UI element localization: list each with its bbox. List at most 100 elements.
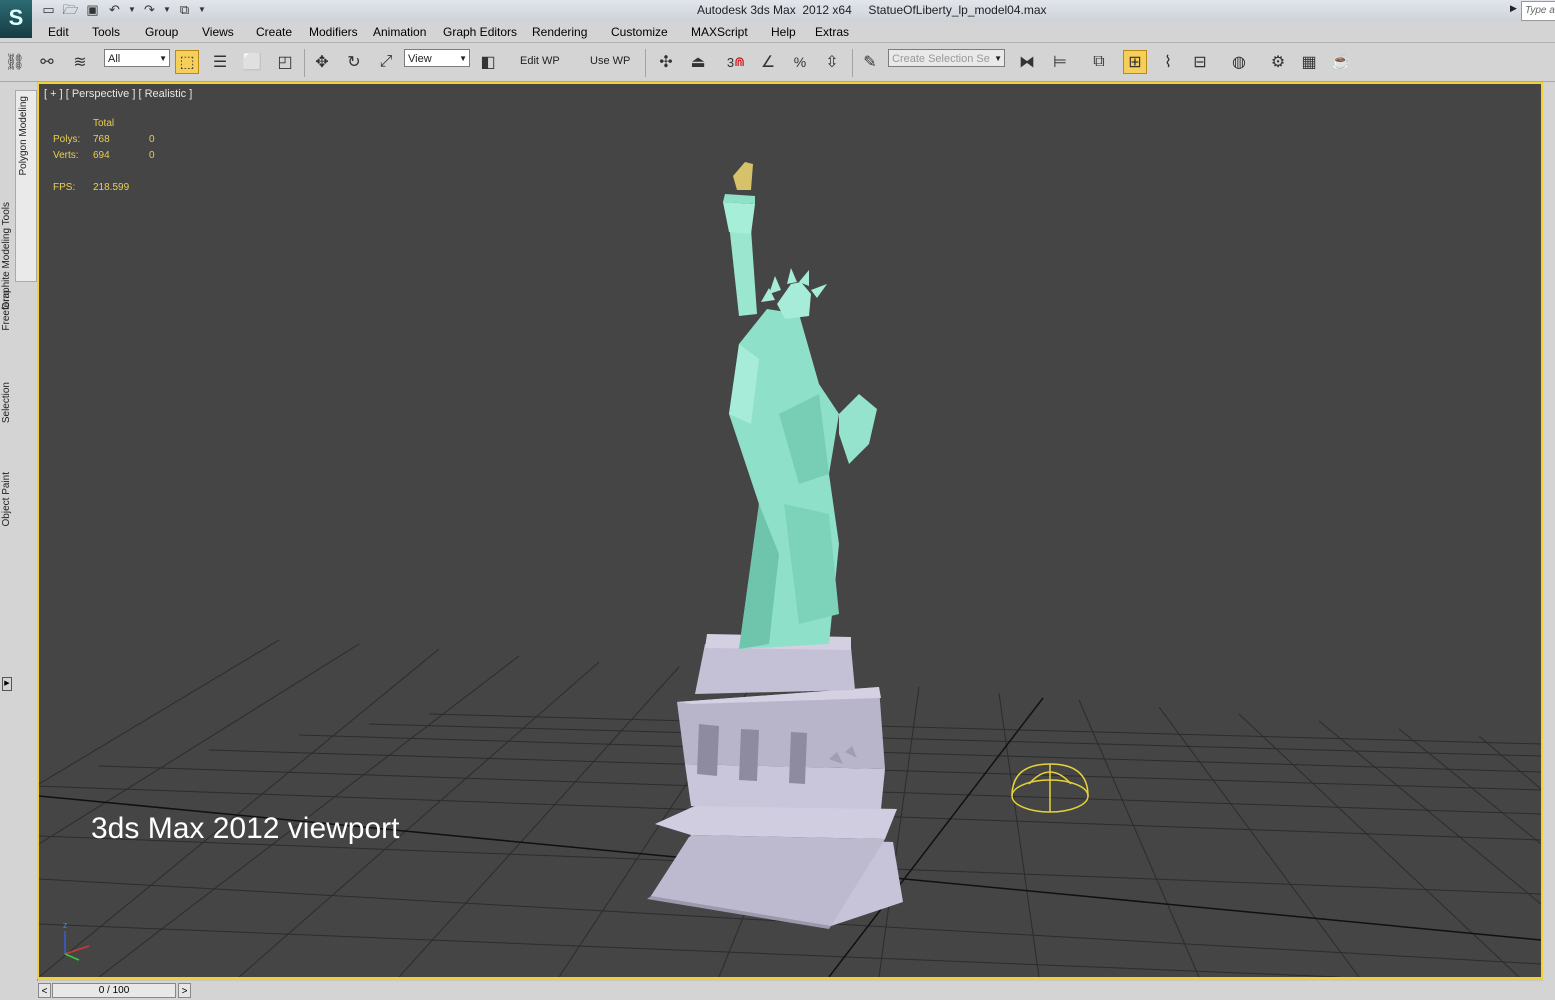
manipulate-icon[interactable]: ✣: [654, 50, 678, 74]
unlink-icon[interactable]: ⚯: [35, 50, 59, 74]
tab-freeform[interactable]: Freeform: [1, 290, 12, 331]
menu-group[interactable]: Group: [145, 25, 178, 39]
new-file-icon[interactable]: ▭: [40, 2, 57, 18]
time-prev-button[interactable]: <: [38, 983, 51, 998]
app-logo-icon[interactable]: S: [0, 0, 32, 38]
scale-icon[interactable]: ⤢: [374, 50, 398, 74]
polys-total: 768: [93, 134, 110, 145]
window-title: Autodesk 3ds Max 2012 x64 StatueOfLibert…: [697, 3, 1047, 17]
right-panel-edge: [1543, 82, 1555, 1000]
stats-header: Total: [93, 118, 115, 129]
render-setup-icon[interactable]: ⚙: [1266, 50, 1290, 74]
menu-edit[interactable]: Edit: [48, 25, 69, 39]
title-bar: S ▭ 🗁 ▣ ↶ ▼ ↷ ▼ ⧉ ▼ Autodesk 3ds Max 201…: [0, 0, 1555, 38]
selection-filter-value: All: [108, 53, 121, 65]
polys-label: Polys:: [53, 134, 81, 145]
select-by-name-icon[interactable]: ☰: [208, 50, 232, 74]
rectangle-selection-icon[interactable]: ⬜: [240, 50, 264, 74]
material-editor-icon[interactable]: ◍: [1227, 50, 1251, 74]
tab-selection[interactable]: Selection: [1, 382, 12, 423]
menu-extras[interactable]: Extras: [815, 25, 849, 39]
rotate-icon[interactable]: ↻: [342, 50, 366, 74]
percent-snap-icon[interactable]: %: [788, 50, 812, 74]
open-file-icon[interactable]: 🗁: [62, 2, 79, 18]
menu-maxscript[interactable]: MAXScript: [691, 25, 748, 39]
spinner-snap-icon[interactable]: ⇳: [820, 50, 844, 74]
redo-dropdown-icon[interactable]: ▼: [163, 2, 171, 18]
link-icon[interactable]: ⛓: [3, 50, 27, 74]
window-crossing-icon[interactable]: ◰: [273, 50, 297, 74]
left-command-panel: Graphite Modeling Tools Polygon Modeling…: [0, 82, 38, 1000]
axis-z-label: z: [63, 920, 68, 930]
verts-total: 694: [93, 150, 110, 161]
render-icon[interactable]: ☕: [1329, 50, 1353, 74]
pivot-icon[interactable]: ◧: [476, 50, 500, 74]
quick-access-toolbar: ▭ 🗁 ▣ ↶ ▼ ↷ ▼ ⧉ ▼: [40, 2, 206, 18]
save-icon[interactable]: ▣: [84, 2, 101, 18]
pedestal-model: [647, 634, 903, 929]
chevron-down-icon: ▼: [159, 54, 167, 63]
verts-label: Verts:: [53, 150, 79, 161]
project-folder-icon[interactable]: ⧉: [176, 2, 193, 18]
edit-wp-button[interactable]: Edit WP: [520, 55, 560, 67]
tab-polygon-modeling[interactable]: Polygon Modeling: [18, 96, 29, 176]
search-input[interactable]: Type a: [1521, 1, 1555, 21]
light-helper: [1011, 763, 1089, 813]
toolbar-divider: [645, 49, 646, 77]
named-selection-set-value: Create Selection Se: [892, 53, 990, 65]
schematic-view-icon[interactable]: ⊟: [1188, 50, 1212, 74]
rendered-frame-window-icon[interactable]: ▦: [1297, 50, 1321, 74]
statue-model: [723, 162, 877, 649]
menu-graph-editors[interactable]: Graph Editors: [443, 25, 517, 39]
verts-selected: 0: [149, 150, 155, 161]
fps-value: 218.599: [93, 182, 130, 193]
reference-coordinate-dropdown[interactable]: View ▼: [404, 49, 470, 67]
undo-dropdown-icon[interactable]: ▼: [128, 2, 136, 18]
undo-icon[interactable]: ↶: [106, 2, 123, 18]
keyboard-shortcut-override-icon[interactable]: ⏏: [686, 50, 710, 74]
menu-tools[interactable]: Tools: [92, 25, 120, 39]
menu-views[interactable]: Views: [202, 25, 234, 39]
menu-modifiers[interactable]: Modifiers: [309, 25, 358, 39]
select-object-icon[interactable]: ⬚: [175, 50, 199, 74]
bind-spacewarp-icon[interactable]: ≋: [68, 50, 92, 74]
customize-qat-icon[interactable]: ▼: [198, 2, 206, 18]
main-toolbar: ⛓ ⚯ ≋ All ▼ ⬚ ☰ ⬜ ◰ ✥ ↻ ⤢ View ▼ ◧ Edit WP…: [0, 43, 1555, 82]
viewport-caption: 3ds Max 2012 viewport: [91, 812, 400, 845]
redo-icon[interactable]: ↷: [141, 2, 158, 18]
menu-bar: Edit Tools Group Views Create Modifiers …: [0, 22, 1555, 43]
graphite-toggle-icon[interactable]: ⊞: [1123, 50, 1147, 74]
named-selection-set-dropdown[interactable]: Create Selection Se ▼: [888, 49, 1005, 67]
tab-object-paint[interactable]: Object Paint: [1, 472, 12, 526]
fps-label: FPS:: [53, 182, 76, 193]
menu-create[interactable]: Create: [256, 25, 292, 39]
curve-editor-icon[interactable]: ⌇: [1156, 50, 1180, 74]
layer-manager-icon[interactable]: ⧉: [1087, 50, 1111, 74]
angle-snap-icon[interactable]: ∠: [756, 50, 780, 74]
menu-animation[interactable]: Animation: [373, 25, 426, 39]
menu-customize[interactable]: Customize: [611, 25, 668, 39]
time-slider[interactable]: 0 / 100: [52, 983, 176, 998]
use-wp-button[interactable]: Use WP: [590, 55, 630, 67]
polys-selected: 0: [149, 134, 155, 145]
viewport-label[interactable]: [ + ] [ Perspective ] [ Realistic ]: [44, 88, 192, 100]
mirror-icon[interactable]: ⧓: [1015, 50, 1039, 74]
chevron-down-icon: ▼: [459, 54, 467, 63]
snap-toggle-label: 3: [726, 54, 735, 70]
search-expand-icon[interactable]: ▶: [1510, 3, 1517, 14]
perspective-viewport[interactable]: [ + ] [ Perspective ] [ Realistic ] Tota…: [37, 82, 1543, 979]
snap-toggle-icon[interactable]: 3 ⋒: [724, 50, 748, 74]
expand-panel-icon[interactable]: ▶: [2, 677, 12, 691]
selection-filter-dropdown[interactable]: All ▼: [104, 49, 170, 67]
menu-rendering[interactable]: Rendering: [532, 25, 587, 39]
time-slider-bar: < 0 / 100 >: [37, 981, 1555, 1000]
reference-coordinate-value: View: [408, 53, 432, 65]
align-icon[interactable]: ⊨: [1048, 50, 1072, 74]
toolbar-divider: [852, 49, 853, 77]
move-icon[interactable]: ✥: [310, 50, 334, 74]
named-selection-edit-icon[interactable]: ✎: [858, 50, 882, 74]
chevron-down-icon: ▼: [994, 54, 1002, 63]
toolbar-divider: [304, 49, 305, 77]
menu-help[interactable]: Help: [771, 25, 796, 39]
time-next-button[interactable]: >: [178, 983, 191, 998]
